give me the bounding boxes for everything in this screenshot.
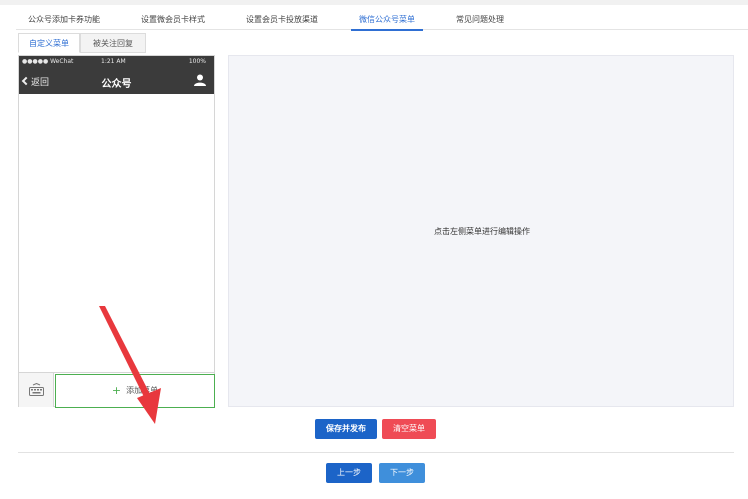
prev-step-button[interactable]: 上一步 bbox=[326, 463, 372, 483]
divider bbox=[18, 452, 734, 453]
status-carrier: ●●●●● WeChat bbox=[22, 58, 74, 65]
edit-hint-text: 点击左侧菜单进行编辑操作 bbox=[434, 227, 530, 236]
menu-edit-panel: 点击左侧菜单进行编辑操作 bbox=[228, 55, 734, 407]
top-strip bbox=[0, 0, 748, 5]
save-publish-button[interactable]: 保存并发布 bbox=[315, 419, 377, 439]
tab-follow-reply[interactable]: 被关注回复 bbox=[80, 33, 146, 53]
phone-header: ●●●●● WeChat 1:21 AM 100% 返回 公众号 bbox=[19, 56, 214, 94]
plus-icon: + bbox=[111, 384, 122, 397]
phone-menu-bar: + 添加菜单 bbox=[19, 372, 215, 408]
account-title: 公众号 bbox=[101, 79, 132, 90]
tab-faq[interactable]: 常见问题处理 bbox=[456, 12, 504, 30]
status-time: 1:21 AM bbox=[101, 58, 126, 65]
tab-custom-menu[interactable]: 自定义菜单 bbox=[18, 33, 80, 53]
tab-add-coupon-feature[interactable]: 公众号添加卡券功能 bbox=[28, 12, 100, 30]
add-menu-label: 添加菜单 bbox=[126, 386, 159, 395]
phone-preview: ●●●●● WeChat 1:21 AM 100% 返回 公众号 + 添加菜单 bbox=[18, 55, 215, 424]
add-menu-button[interactable]: + 添加菜单 bbox=[55, 374, 215, 408]
clear-menu-button[interactable]: 清空菜单 bbox=[382, 419, 436, 439]
main-tab-bar: 公众号添加卡券功能 设置微会员卡样式 设置会员卡投放渠道 微信公众号菜单 常见问… bbox=[16, 12, 748, 31]
next-step-button[interactable]: 下一步 bbox=[379, 463, 425, 483]
tab-wechat-menu[interactable]: 微信公众号菜单 bbox=[351, 12, 423, 31]
annotation-arrow bbox=[99, 306, 161, 424]
keyboard-toggle[interactable] bbox=[19, 373, 54, 407]
user-icon[interactable] bbox=[194, 74, 206, 86]
status-battery: 100% bbox=[188, 58, 206, 65]
tab-member-card-channel[interactable]: 设置会员卡投放渠道 bbox=[246, 12, 318, 30]
keyboard-icon bbox=[29, 383, 44, 396]
tab-member-card-style[interactable]: 设置微会员卡样式 bbox=[141, 12, 205, 30]
